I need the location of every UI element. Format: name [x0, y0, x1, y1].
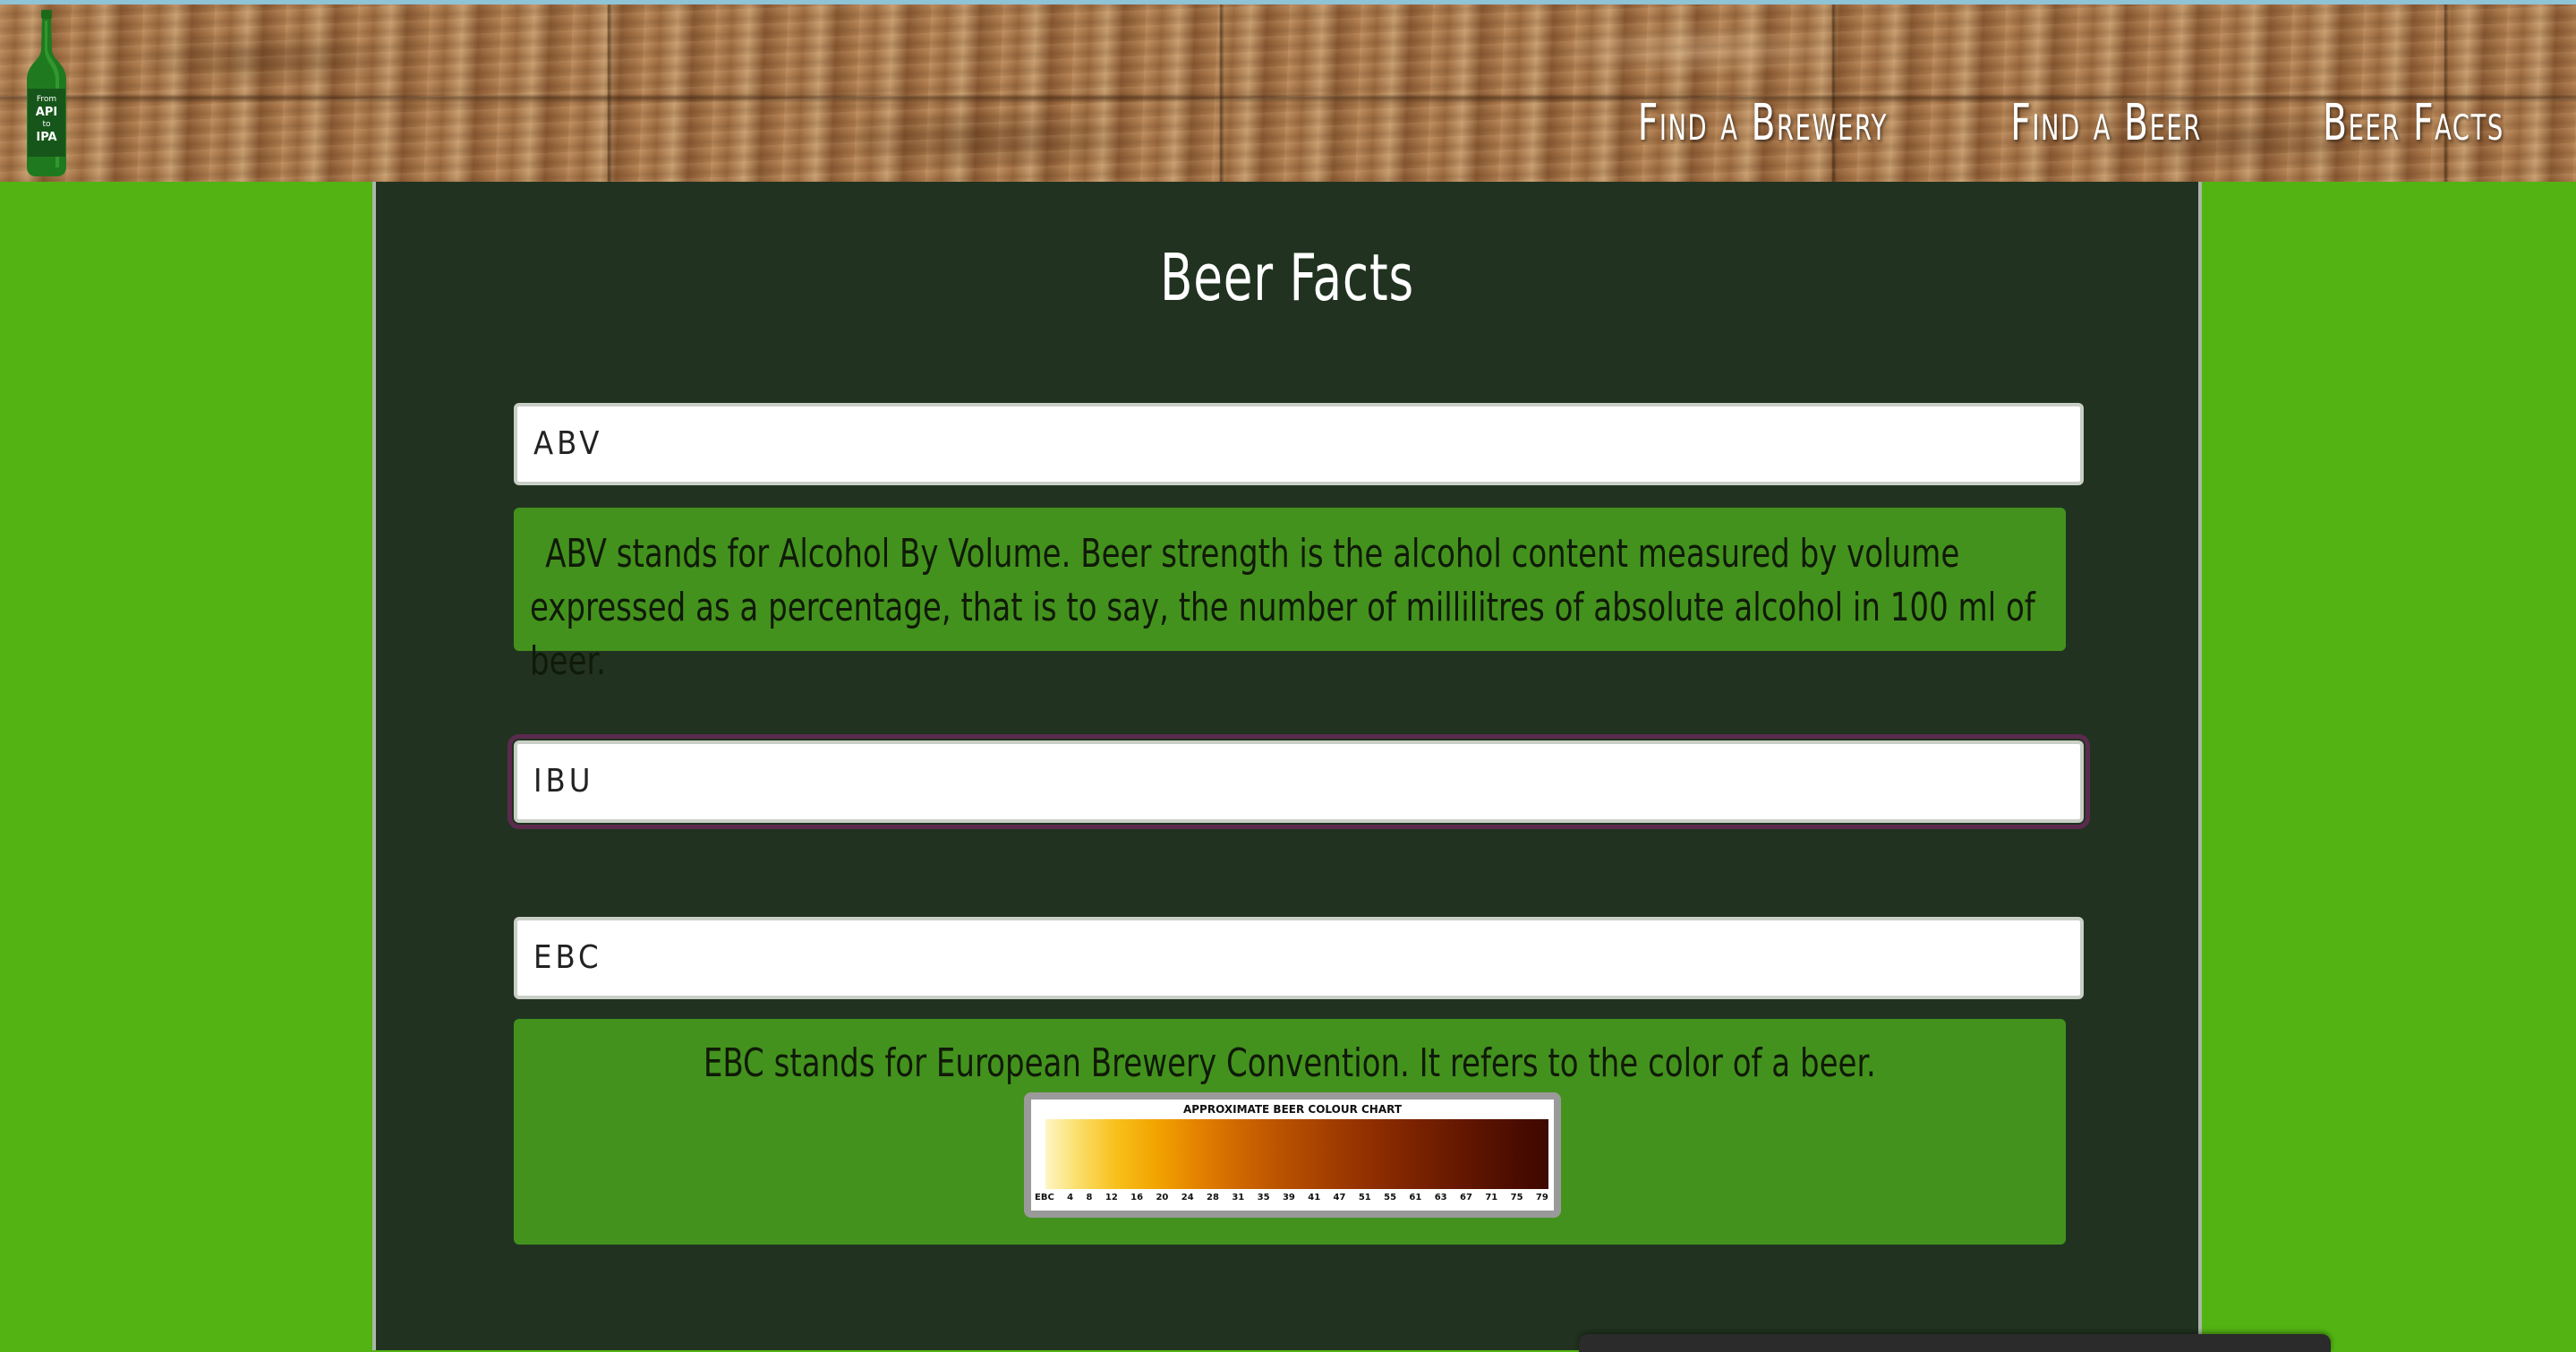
beer-colour-gradient: [1045, 1119, 1548, 1189]
page-title: Beer Facts: [1159, 240, 1415, 315]
ebc-fact-box: EBC stands for European Brewery Conventi…: [514, 1019, 2066, 1245]
logo-text-from: From: [37, 95, 56, 104]
ebc-scale-tick: 24: [1181, 1193, 1194, 1202]
ebc-scale-tick: 55: [1384, 1193, 1397, 1202]
ebc-scale-tick: 31: [1232, 1193, 1245, 1202]
abv-fact-box: ABV stands for Alcohol By Volume. Beer s…: [514, 508, 2066, 684]
beer-facts-panel: Beer Facts ABV ABV stands for Alcohol By…: [372, 182, 2202, 1350]
nav-beer-facts[interactable]: Beer Facts: [2323, 94, 2504, 152]
beer-colour-chart: APPROXIMATE BEER COLOUR CHART EBC 4 8 12 16…: [1024, 1092, 1561, 1218]
wood-texture: [0, 4, 2576, 182]
ebc-scale-tick: 67: [1460, 1193, 1472, 1202]
ebc-scale-tick: 51: [1358, 1193, 1371, 1202]
ebc-scale-label: EBC: [1035, 1193, 1054, 1202]
ebc-scale-tick: 75: [1510, 1193, 1523, 1202]
main-nav: Find a Brewery Find a Beer Beer Facts: [1567, 94, 2504, 152]
ebc-scale-tick: 12: [1105, 1193, 1118, 1202]
nav-find-beer[interactable]: Find a Beer: [2011, 94, 2203, 152]
ebc-scale: EBC 4 8 12 16 20 24 28 31 35 39 41 47 51 55 61 63 67 71 75…: [1035, 1193, 1548, 1203]
abv-toggle-field[interactable]: ABV: [514, 403, 2084, 485]
ebc-scale-tick: 4: [1067, 1193, 1074, 1202]
ebc-scale-tick: 28: [1207, 1193, 1219, 1202]
logo-text-to: to: [42, 120, 51, 129]
logo-text-ipa: IPA: [36, 131, 56, 144]
logo-text-api: API: [36, 106, 57, 119]
ebc-scale-tick: 71: [1485, 1193, 1498, 1202]
ebc-scale-tick: 39: [1282, 1193, 1295, 1202]
ebc-scale-tick: 47: [1333, 1193, 1346, 1202]
bottom-popup-tab[interactable]: [1579, 1334, 2331, 1352]
abv-fact-text: ABV stands for Alcohol By Volume. Beer s…: [530, 531, 2035, 684]
beer-bottle-logo-icon[interactable]: From API to IPA: [20, 8, 73, 178]
ebc-scale-tick: 8: [1086, 1193, 1093, 1202]
ebc-scale-tick: 35: [1257, 1193, 1270, 1202]
site-header: From API to IPA Find a Brewery Find a Be…: [0, 0, 2576, 182]
ebc-fact-text: EBC stands for European Brewery Conventi…: [704, 1040, 1876, 1086]
ebc-toggle-field[interactable]: EBC: [514, 917, 2084, 999]
beer-colour-chart-title: APPROXIMATE BEER COLOUR CHART: [1182, 1103, 1403, 1116]
ebc-scale-tick: 79: [1535, 1193, 1548, 1202]
ebc-scale-tick: 20: [1156, 1193, 1169, 1202]
ebc-scale-tick: 61: [1409, 1193, 1422, 1202]
nav-find-brewery[interactable]: Find a Brewery: [1637, 94, 1887, 152]
ebc-scale-tick: 41: [1308, 1193, 1321, 1202]
ebc-scale-tick: 63: [1434, 1193, 1447, 1202]
ebc-scale-tick: 16: [1130, 1193, 1144, 1202]
ibu-toggle-field[interactable]: IBU: [508, 734, 2090, 829]
